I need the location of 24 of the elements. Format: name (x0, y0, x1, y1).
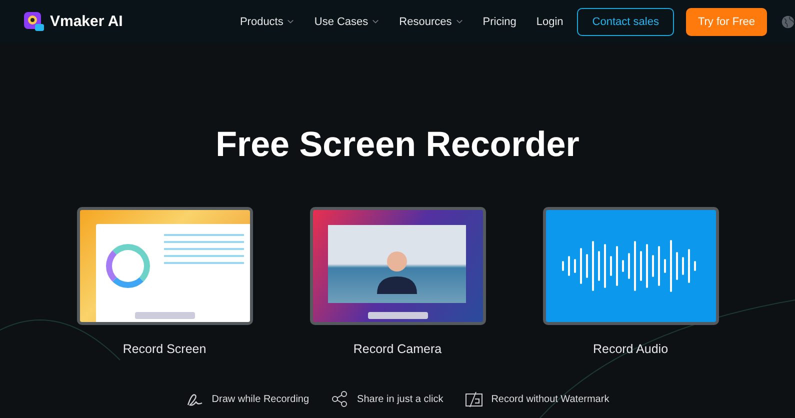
brand-name[interactable]: Vmaker AI (50, 13, 123, 30)
camera-recording-preview[interactable] (310, 207, 486, 325)
nav-link[interactable]: Use Cases (314, 16, 380, 28)
feature-text: Share in just a click (357, 394, 444, 404)
globe-icon[interactable] (781, 14, 795, 28)
feature-text: Draw while Recording (212, 394, 310, 404)
nav-link[interactable]: Pricing (482, 16, 516, 28)
feature-text: Record without Watermark (491, 394, 610, 404)
screen-recording-preview[interactable] (76, 207, 252, 325)
donut-chart-drawing (106, 244, 150, 288)
dock-bar (134, 312, 194, 319)
audio-recording-preview[interactable] (542, 207, 718, 325)
card-label[interactable]: Record Screen (122, 342, 206, 356)
nav-link[interactable]: Login (536, 16, 564, 28)
page-heading: Free Screen Recorder (214, 125, 580, 165)
nav-link[interactable]: Resources (399, 16, 463, 28)
card-label[interactable]: Record Audio (592, 342, 668, 356)
share-icon (331, 390, 350, 408)
logo-icon (24, 12, 44, 32)
dock-bar (368, 312, 428, 319)
contact-sales-button[interactable]: Contact sales (577, 8, 674, 36)
card-label[interactable]: Record Camera (353, 342, 442, 356)
no-watermark-icon (465, 390, 484, 408)
nav-link[interactable]: Products (240, 16, 294, 28)
